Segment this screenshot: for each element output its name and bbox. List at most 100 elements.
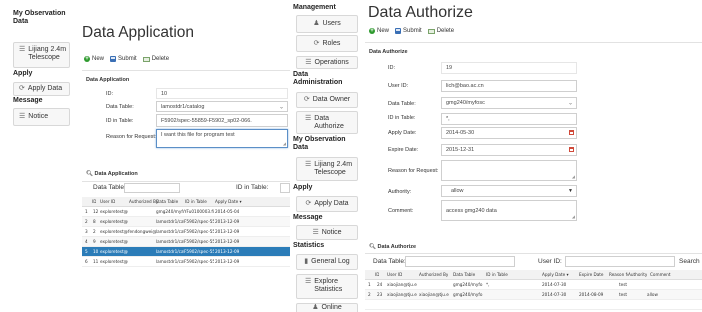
save-icon bbox=[395, 28, 402, 34]
table-row[interactable]: 2 23 xiaojian@tju.e xiaojian@tju.e gmg240/my… bbox=[365, 290, 702, 300]
sidebar-item-general-log[interactable]: ▮ General Log bbox=[296, 254, 358, 270]
apply-date-input[interactable]: 2014-05-30 bbox=[441, 127, 577, 139]
col-header[interactable]: ID in Table bbox=[185, 197, 207, 207]
col-header[interactable]: Expire Date bbox=[579, 270, 604, 280]
table-row[interactable]: 3 2 exploretest@e fendongwei@t lamostdr1/cat… bbox=[82, 227, 290, 237]
resize-grip-icon[interactable]: ◢ bbox=[572, 174, 575, 179]
comment-label: Comment: bbox=[388, 208, 414, 214]
col-header[interactable]: Reason fo bbox=[609, 270, 628, 280]
sidebar-section-apply: Apply bbox=[13, 70, 33, 77]
apply-icon: ⟳ bbox=[305, 200, 312, 207]
application-grid: ID User ID Authorized By Data Table ID i… bbox=[82, 197, 290, 277]
id-field: 10 bbox=[156, 88, 288, 99]
caret-down-icon: ▼ bbox=[568, 188, 573, 194]
table-row[interactable]: 4 9 exploretest@e lamostdr1/cat F5902/spec-5… bbox=[82, 237, 290, 247]
col-header[interactable]: Authorized By bbox=[419, 270, 448, 280]
table-row[interactable]: 1 12 exploretest@e gmg240/myfo YFu0100003.fi… bbox=[82, 207, 290, 217]
resize-grip-icon[interactable]: ◢ bbox=[283, 141, 286, 146]
id-in-table-label: ID in Table: bbox=[388, 115, 416, 121]
list-icon: ☰ bbox=[305, 58, 312, 66]
sidebar-item-users[interactable]: ♟ Users bbox=[296, 15, 358, 33]
col-header[interactable]: ID bbox=[92, 197, 96, 207]
sidebar-item-telescope[interactable]: ☰ Lijiang 2.4m Telescope bbox=[13, 42, 70, 68]
sidebar-item-notice[interactable]: ☰ Notice bbox=[13, 108, 70, 126]
sidebar-item-apply-data[interactable]: ⟳ Apply Data bbox=[13, 82, 70, 96]
col-header[interactable]: User ID bbox=[100, 197, 115, 207]
sidebar-section-management: Management bbox=[293, 4, 336, 11]
filter-user-id-input[interactable] bbox=[565, 256, 675, 267]
user-id-input[interactable]: lich@bao.ac.cn bbox=[441, 80, 577, 92]
col-header[interactable]: Data Table bbox=[453, 270, 475, 280]
data-table-select[interactable]: lamostdr1/catalog ⌄ bbox=[156, 101, 288, 112]
list-icon: ☰ bbox=[305, 115, 312, 122]
calendar-icon[interactable] bbox=[569, 147, 574, 152]
chevron-down-icon: ⌄ bbox=[278, 104, 284, 110]
new-button[interactable]: + New bbox=[84, 56, 104, 62]
data-table-label: Data Table: bbox=[106, 104, 134, 110]
reason-label: Reason for Request: bbox=[388, 168, 439, 174]
filter-data-table-input[interactable] bbox=[405, 256, 515, 267]
expire-date-input[interactable]: 2015-12-31 bbox=[441, 144, 577, 156]
id-in-table-label: ID in Table: bbox=[106, 118, 134, 124]
delete-button[interactable]: Delete bbox=[142, 56, 169, 62]
table-row-selected[interactable]: 5 10 exploretest@e lamostdr1/cat F5902/spec-… bbox=[82, 247, 290, 257]
sidebar-item-online[interactable]: ♟ Online bbox=[296, 303, 358, 312]
reason-textarea[interactable]: ◢ bbox=[441, 160, 577, 181]
filter-data-table-label: Data Table: bbox=[373, 258, 406, 265]
col-header[interactable]: Apply Date ▾ bbox=[215, 197, 242, 207]
sidebar-item-data-owner[interactable]: ⟳ Data Owner bbox=[296, 92, 358, 108]
authorize-grid: ID User ID Authorized By Data Table ID i… bbox=[365, 270, 702, 312]
table-row[interactable]: 6 11 exploretest@e lamostdr1/cat F5902/spec-… bbox=[82, 257, 290, 267]
submit-button[interactable]: Submit bbox=[395, 28, 422, 34]
id-in-table-input[interactable]: *, bbox=[441, 113, 577, 125]
new-button[interactable]: + New bbox=[369, 28, 389, 34]
filter-id-input[interactable] bbox=[280, 183, 290, 193]
col-header[interactable]: Comment bbox=[650, 270, 671, 280]
user-icon: ♟ bbox=[313, 20, 320, 27]
delete-button[interactable]: Delete bbox=[427, 28, 454, 34]
calendar-icon[interactable] bbox=[569, 130, 574, 135]
reason-label: Reason for Request: bbox=[106, 134, 157, 140]
filter-data-table-label: Data Table: bbox=[93, 184, 126, 191]
col-header[interactable]: Authority bbox=[628, 270, 647, 280]
form-panel-title: Data Application bbox=[86, 77, 130, 83]
table-row[interactable] bbox=[365, 300, 702, 310]
bar-chart-icon: ▮ bbox=[304, 258, 309, 265]
sidebar-item-notice[interactable]: ☰ Notice bbox=[296, 225, 358, 240]
sidebar-item-operations[interactable]: ☰ Operations bbox=[296, 56, 358, 69]
grid-header: ID User ID Authorized By Data Table ID i… bbox=[365, 270, 702, 280]
reason-textarea[interactable]: I want this file for program test ◢ bbox=[156, 129, 288, 148]
toolbar: + New Submit Delete bbox=[369, 28, 460, 34]
table-row[interactable]: 2 8 exploretest@e lamostdr1/cat F5902/spec-5… bbox=[82, 217, 290, 227]
data-table-select[interactable]: gmg240/myfosc ⌄ bbox=[441, 97, 577, 109]
search-button[interactable]: Search bbox=[679, 258, 700, 265]
sidebar-section-apply: Apply bbox=[293, 184, 313, 191]
id-in-table-input[interactable]: F5902/spec-55859-F5902_sp02-066. bbox=[156, 114, 288, 127]
user-id-label: User ID: bbox=[388, 83, 409, 89]
col-header[interactable]: ID bbox=[375, 270, 379, 280]
sidebar-item-telescope[interactable]: ☰ Lijiang 2.4m Telescope bbox=[296, 157, 358, 181]
form-panel-title: Data Authorize bbox=[369, 49, 408, 55]
search-icon: 🔍︎ bbox=[369, 244, 376, 250]
filter-data-table-input[interactable] bbox=[124, 183, 180, 193]
col-header[interactable]: ID in Table bbox=[486, 270, 508, 280]
col-header[interactable]: Data Table bbox=[156, 197, 178, 207]
expire-date-label: Expire Date: bbox=[388, 147, 419, 153]
sidebar-item-roles[interactable]: ⟳ Roles bbox=[296, 35, 358, 52]
table-row[interactable]: 1 24 xiaojian@tju.e gmg240/myfo *, 2014-07-30… bbox=[365, 280, 702, 290]
chevron-down-icon: ⌄ bbox=[567, 100, 573, 107]
sidebar-item-apply-data[interactable]: ⟳ Apply Data bbox=[296, 196, 358, 212]
add-icon: + bbox=[84, 56, 90, 62]
resize-grip-icon[interactable]: ◢ bbox=[572, 214, 575, 219]
save-icon bbox=[110, 56, 117, 62]
col-header[interactable]: Apply Date ▾ bbox=[542, 270, 569, 280]
sidebar-item-explore-statistics[interactable]: ☰ Explore Statistics bbox=[296, 274, 358, 299]
notice-icon: ☰ bbox=[19, 113, 26, 120]
submit-button[interactable]: Submit bbox=[110, 56, 137, 62]
col-header[interactable]: Authorized By bbox=[129, 197, 158, 207]
sidebar-section-message: Message bbox=[293, 214, 323, 221]
authority-select[interactable]: allow ▼ bbox=[441, 185, 577, 197]
sidebar-item-data-authorize[interactable]: ☰ Data Authorize bbox=[296, 111, 358, 134]
col-header[interactable]: User ID bbox=[387, 270, 402, 280]
comment-textarea[interactable]: access gmg240 data ◢ bbox=[441, 200, 577, 221]
